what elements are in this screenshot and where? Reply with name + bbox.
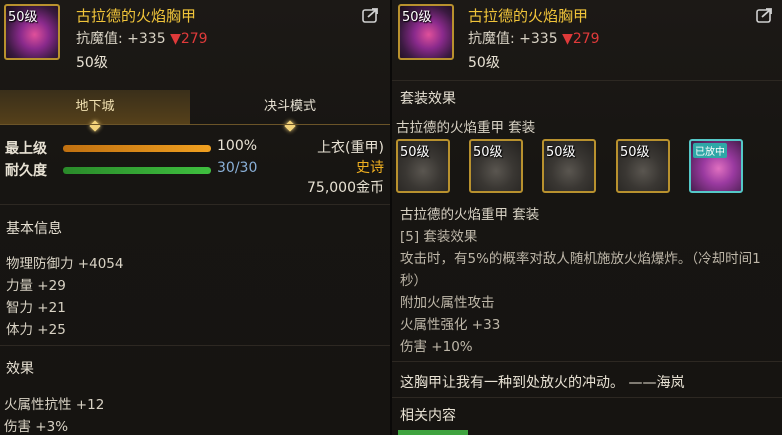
- set-slot-level: 50级: [400, 145, 430, 160]
- item-detail-panel-right: 50级 古拉德的火焰胸甲 抗魔值: +335 ▼279 50级 套装效果 古拉德…: [392, 0, 782, 435]
- durability-label: 耐久度: [5, 163, 47, 179]
- slot-type: 上衣(重甲): [317, 140, 384, 156]
- basic-info-line: 智力 +21: [6, 300, 66, 316]
- upgrade-bar-fill: [63, 145, 211, 152]
- effects-heading: 效果: [6, 361, 34, 377]
- divider: [0, 204, 390, 205]
- tab-underline: [0, 124, 390, 125]
- resist-stat: 抗魔值: +335 ▼279: [468, 28, 600, 48]
- divider: [392, 361, 782, 362]
- resist-label: 抗魔值:: [76, 31, 123, 47]
- set-item-slot[interactable]: 50级: [469, 139, 523, 193]
- basic-info-line: 体力 +25: [6, 322, 66, 338]
- upgrade-bar: [63, 145, 211, 152]
- resist-down: ▼279: [170, 31, 208, 47]
- effect-line: 火属性抗性 +12: [4, 397, 105, 413]
- basic-info-line: 物理防御力 +4054: [6, 256, 124, 272]
- share-icon[interactable]: [362, 7, 380, 23]
- related-indicator: [398, 430, 468, 435]
- set-slot-level: 50级: [620, 145, 650, 160]
- basic-info-heading: 基本信息: [6, 221, 62, 237]
- item-icon[interactable]: 50级: [398, 4, 454, 60]
- resist-plus: +335: [519, 31, 558, 47]
- price: 75,000金币: [307, 180, 384, 196]
- upgrade-label: 最上级: [5, 141, 47, 157]
- resist-label: 抗魔值:: [468, 31, 515, 47]
- related-heading: 相关内容: [400, 408, 456, 424]
- divider: [0, 345, 390, 346]
- resist-stat: 抗魔值: +335 ▼279: [76, 28, 208, 48]
- item-name: 古拉德的火焰胸甲: [468, 7, 589, 25]
- basic-info-line: 力量 +29: [6, 278, 66, 294]
- set-name: 古拉德的火焰重甲 套装: [396, 120, 536, 136]
- set-item-slot[interactable]: 50级: [616, 139, 670, 193]
- rarity: 史诗: [356, 160, 384, 176]
- set-item-slot-equipped[interactable]: 已放中: [689, 139, 743, 193]
- item-detail-panel-left: 50级 古拉德的火焰胸甲 抗魔值: +335 ▼279 50级 地下城 决斗模式…: [0, 0, 390, 435]
- tab-duel-label: 决斗模式: [263, 99, 316, 114]
- item-level-badge: 50级: [402, 10, 432, 25]
- tab-dungeon[interactable]: 地下城: [0, 90, 190, 132]
- set-detail-name: 古拉德的火焰重甲 套装: [400, 207, 540, 223]
- set-slot-level: 50级: [473, 145, 503, 160]
- durability-bar: [63, 167, 211, 174]
- item-level-text: 50级: [76, 55, 108, 71]
- set-item-slot[interactable]: 50级: [542, 139, 596, 193]
- effect-line: 伤害 +3%: [4, 419, 69, 435]
- durability-bar-fill: [63, 167, 211, 174]
- divider: [392, 80, 782, 81]
- set-effect-heading: 套装效果: [400, 91, 456, 107]
- set-detail-line: 火属性强化 +33: [400, 317, 501, 333]
- set-detail-count: [5] 套装效果: [400, 229, 478, 245]
- set-detail-line: 附加火属性攻击: [400, 295, 495, 311]
- tab-dungeon-label: 地下城: [75, 99, 115, 114]
- item-level-badge: 50级: [8, 10, 38, 25]
- durability-value: 30/30: [217, 160, 258, 176]
- share-icon[interactable]: [756, 7, 774, 23]
- divider: [392, 397, 782, 398]
- tab-gem-icon: [284, 120, 296, 132]
- item-icon[interactable]: 50级: [4, 4, 60, 60]
- flavor-text: 这胸甲让我有一种到处放火的冲动。 ——海岚: [400, 375, 685, 391]
- set-detail-line: 秒）: [400, 273, 427, 289]
- mode-tabs: 地下城 决斗模式: [0, 90, 390, 132]
- set-slot-level: 50级: [546, 145, 576, 160]
- set-detail-line: 伤害 +10%: [400, 339, 473, 355]
- set-detail-line: 攻击时，有5%的概率对敌人随机施放火焰爆炸。（冷却时间1: [400, 251, 761, 267]
- item-name: 古拉德的火焰胸甲: [76, 7, 197, 25]
- resist-plus: +335: [127, 31, 166, 47]
- set-item-slot[interactable]: 50级: [396, 139, 450, 193]
- tab-duel[interactable]: 决斗模式: [195, 90, 385, 132]
- equipped-badge: 已放中: [693, 143, 727, 158]
- upgrade-value: 100%: [217, 138, 258, 154]
- resist-down: ▼279: [562, 31, 600, 47]
- tab-gem-icon: [89, 120, 101, 132]
- item-level-text: 50级: [468, 55, 500, 71]
